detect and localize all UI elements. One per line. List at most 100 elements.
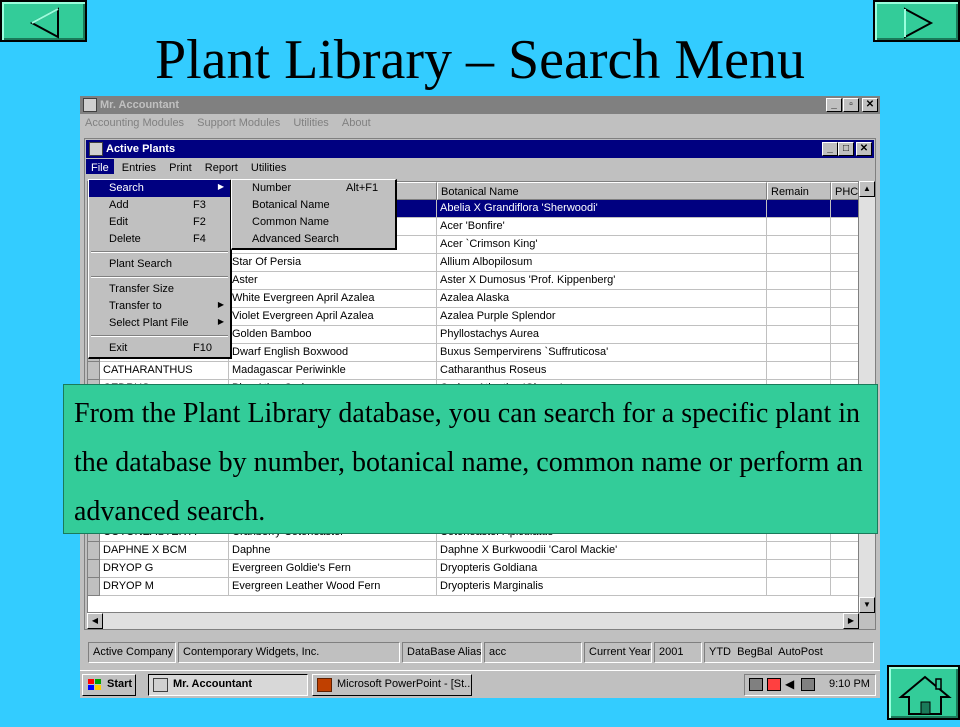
menu-accounting-modules[interactable]: Accounting Modules — [80, 114, 189, 129]
menu-report[interactable]: Report — [200, 159, 243, 174]
network-icon[interactable] — [749, 678, 763, 691]
cell-common[interactable]: Evergreen Goldie's Fern — [229, 560, 437, 578]
cell[interactable] — [767, 344, 831, 362]
cell-common[interactable]: Star Of Persia — [229, 254, 437, 272]
cell[interactable] — [767, 362, 831, 380]
cell-botanical[interactable]: Azalea Alaska — [437, 290, 767, 308]
header-botanical-name[interactable]: Botanical Name — [437, 182, 767, 200]
close-icon[interactable]: ✕ — [862, 98, 878, 112]
table-row[interactable]: CATHARANTHUS Madagascar Periwinkle Cathara… — [88, 362, 858, 380]
cell[interactable] — [767, 254, 831, 272]
cell[interactable] — [767, 308, 831, 326]
cell[interactable] — [831, 344, 858, 362]
cell[interactable] — [767, 578, 831, 596]
cell[interactable] — [831, 218, 858, 236]
minimize-icon[interactable]: _ — [822, 142, 838, 156]
cell[interactable] — [831, 326, 858, 344]
submenu-item-botanical-name[interactable]: Botanical Name — [232, 197, 395, 214]
cell-common[interactable]: Evergreen Leather Wood Fern — [229, 578, 437, 596]
cell-common[interactable]: Golden Bamboo — [229, 326, 437, 344]
cell[interactable] — [831, 290, 858, 308]
child-window-titlebar[interactable]: Active Plants _ □ ✕ — [86, 140, 874, 158]
cell-common[interactable]: Aster — [229, 272, 437, 290]
cell[interactable] — [831, 542, 858, 560]
scroll-right-icon[interactable]: ▶ — [843, 613, 859, 629]
home-button[interactable] — [887, 665, 960, 720]
cell[interactable] — [831, 308, 858, 326]
cell-botanical[interactable]: Aster X Dumosus 'Prof. Kippenberg' — [437, 272, 767, 290]
cell[interactable] — [831, 578, 858, 596]
menu-item-edit[interactable]: Edit F2 — [89, 214, 230, 231]
menu-utilities[interactable]: Utilities — [288, 114, 333, 129]
start-button[interactable]: Start — [82, 674, 136, 696]
maximize-icon[interactable]: □ — [838, 142, 854, 156]
cell-code[interactable]: CATHARANTHUS — [100, 362, 229, 380]
cell-code[interactable]: DRYOP G — [100, 560, 229, 578]
cell-botanical[interactable]: Azalea Purple Splendor — [437, 308, 767, 326]
restore-icon[interactable]: ▫ — [843, 98, 859, 112]
menu-item-select-plant-file[interactable]: Select Plant File ▶ — [89, 315, 230, 332]
speaker-icon[interactable]: ◀ — [785, 677, 794, 691]
scheduler-icon[interactable] — [767, 678, 781, 691]
table-row[interactable]: DRYOP G Evergreen Goldie's Fern Dryopteris… — [88, 560, 858, 578]
cell-botanical[interactable]: Phyllostachys Aurea — [437, 326, 767, 344]
cell[interactable] — [767, 560, 831, 578]
cell[interactable] — [831, 560, 858, 578]
cell[interactable] — [767, 290, 831, 308]
cell-botanical[interactable]: Acer 'Bonfire' — [437, 218, 767, 236]
cell[interactable] — [831, 272, 858, 290]
cell[interactable] — [831, 254, 858, 272]
cell[interactable] — [831, 236, 858, 254]
cell-common[interactable]: Violet Evergreen April Azalea — [229, 308, 437, 326]
cell[interactable] — [767, 326, 831, 344]
cell-common[interactable]: Daphne — [229, 542, 437, 560]
menu-print[interactable]: Print — [164, 159, 197, 174]
menu-utilities[interactable]: Utilities — [246, 159, 291, 174]
scroll-up-icon[interactable]: ▲ — [859, 181, 875, 197]
cell[interactable] — [767, 200, 831, 218]
cell-botanical[interactable]: Allium Albopilosum — [437, 254, 767, 272]
row-selector[interactable] — [88, 542, 100, 560]
horizontal-scrollbar[interactable]: ◀ ▶ — [87, 613, 859, 629]
menu-item-exit[interactable]: Exit F10 — [89, 340, 230, 357]
cell-botanical[interactable]: Buxus Sempervirens `Suffruticosa' — [437, 344, 767, 362]
menu-item-delete[interactable]: Delete F4 — [89, 231, 230, 248]
cell[interactable] — [767, 272, 831, 290]
table-row[interactable]: DAPHNE X BCM Daphne Daphne X Burkwoodii 'C… — [88, 542, 858, 560]
minimize-icon[interactable]: _ — [826, 98, 842, 112]
row-selector[interactable] — [88, 560, 100, 578]
cell-botanical[interactable]: Dryopteris Goldiana — [437, 560, 767, 578]
menu-item-plant-search[interactable]: Plant Search — [89, 256, 230, 273]
display-icon[interactable] — [801, 678, 815, 691]
scroll-left-icon[interactable]: ◀ — [87, 613, 103, 629]
cell[interactable] — [831, 200, 858, 218]
task-powerpoint[interactable]: Microsoft PowerPoint - [St... — [312, 674, 472, 696]
submenu-item-common-name[interactable]: Common Name — [232, 214, 395, 231]
cell-botanical[interactable]: Daphne X Burkwoodii 'Carol Mackie' — [437, 542, 767, 560]
cell-botanical[interactable]: Acer `Crimson King' — [437, 236, 767, 254]
table-row[interactable]: DRYOP M Evergreen Leather Wood Fern Dryopt… — [88, 578, 858, 596]
cell-code[interactable]: DRYOP M — [100, 578, 229, 596]
cell-botanical[interactable]: Catharanthus Roseus — [437, 362, 767, 380]
header-phc[interactable]: PHC — [831, 182, 858, 200]
submenu-item-advanced-search[interactable]: Advanced Search — [232, 231, 395, 248]
main-window-titlebar[interactable]: Mr. Accountant _ ▫ ✕ — [80, 96, 880, 114]
close-icon[interactable]: ✕ — [856, 142, 872, 156]
cell-common[interactable]: White Evergreen April Azalea — [229, 290, 437, 308]
cell-botanical[interactable]: Dryopteris Marginalis — [437, 578, 767, 596]
cell-common[interactable]: Dwarf English Boxwood — [229, 344, 437, 362]
cell[interactable] — [831, 362, 858, 380]
menu-file[interactable]: File — [86, 159, 114, 174]
header-remain[interactable]: Remain — [767, 182, 831, 200]
submenu-item-number[interactable]: Number Alt+F1 — [232, 180, 395, 197]
scroll-down-icon[interactable]: ▼ — [859, 597, 875, 613]
menu-item-transfer-size[interactable]: Transfer Size — [89, 281, 230, 298]
cell-code[interactable]: DAPHNE X BCM — [100, 542, 229, 560]
task-mr-accountant[interactable]: Mr. Accountant — [148, 674, 308, 696]
menu-about[interactable]: About — [337, 114, 376, 129]
menu-entries[interactable]: Entries — [117, 159, 161, 174]
menu-item-search[interactable]: Search ▶ — [89, 180, 230, 197]
cell-common[interactable]: Madagascar Periwinkle — [229, 362, 437, 380]
cell[interactable] — [767, 542, 831, 560]
row-selector[interactable] — [88, 362, 100, 380]
